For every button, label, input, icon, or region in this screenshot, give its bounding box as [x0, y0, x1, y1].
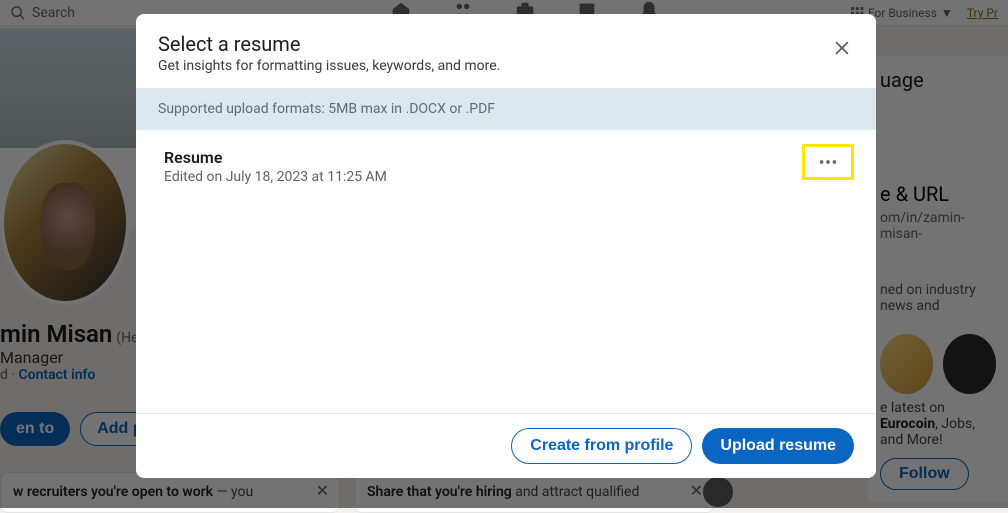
modal-footer: Create from profile Upload resume [136, 413, 876, 478]
more-icon [817, 151, 839, 173]
resume-name: Resume [164, 148, 387, 167]
modal-title: Select a resume [158, 32, 854, 56]
upload-resume-button[interactable]: Upload resume [702, 428, 854, 464]
close-button[interactable] [830, 36, 854, 60]
close-icon [832, 38, 852, 58]
resume-list: Resume Edited on July 18, 2023 at 11:25 … [136, 130, 876, 413]
select-resume-modal: Select a resume Get insights for formatt… [136, 14, 876, 478]
format-note: Supported upload formats: 5MB max in .DO… [136, 88, 876, 130]
resume-overflow-menu[interactable] [802, 144, 854, 180]
create-from-profile-button[interactable]: Create from profile [511, 428, 692, 464]
resume-edited-date: Edited on July 18, 2023 at 11:25 AM [164, 169, 387, 185]
modal-header: Select a resume Get insights for formatt… [136, 14, 876, 88]
modal-subtitle: Get insights for formatting issues, keyw… [158, 58, 854, 74]
resume-item[interactable]: Resume Edited on July 18, 2023 at 11:25 … [158, 148, 854, 185]
